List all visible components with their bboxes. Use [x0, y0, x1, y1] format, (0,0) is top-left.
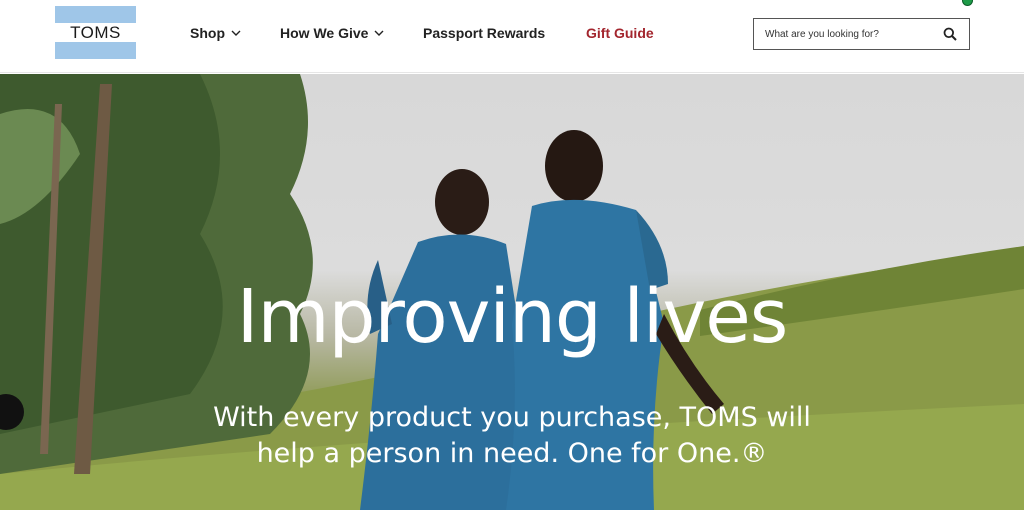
child-head — [545, 130, 603, 202]
chevron-down-icon — [374, 30, 384, 36]
hero-banner: Improving lives With every product you p… — [0, 74, 1024, 510]
cart-count-badge[interactable] — [962, 0, 973, 6]
nav-shop-label: Shop — [190, 25, 225, 41]
nav-passport-rewards[interactable]: Passport Rewards — [423, 23, 545, 43]
search-icon[interactable] — [943, 27, 957, 41]
toms-logo[interactable]: TOMS — [55, 6, 136, 59]
site-header: TOMS Shop How We Give Passport Rewards G… — [0, 0, 1024, 73]
child-head — [435, 169, 489, 235]
nav-gift-guide-label: Gift Guide — [586, 25, 654, 41]
nav-gift-guide[interactable]: Gift Guide — [586, 23, 654, 43]
nav-shop[interactable]: Shop — [190, 23, 241, 43]
hero-subline-2: help a person in need. One for One.® — [256, 438, 768, 469]
hero-subheadline: With every product you purchase, TOMS wi… — [212, 400, 812, 472]
nav-how-we-give-label: How We Give — [280, 25, 369, 41]
nav-how-we-give[interactable]: How We Give — [280, 23, 384, 43]
search-box — [753, 18, 970, 50]
logo-band: TOMS — [55, 23, 136, 42]
logo-text: TOMS — [70, 22, 121, 42]
search-input[interactable] — [754, 19, 943, 49]
hero-headline: Improving lives — [236, 274, 789, 360]
hero-subline-1: With every product you purchase, TOMS wi… — [213, 402, 811, 433]
chevron-down-icon — [231, 30, 241, 36]
nav-passport-rewards-label: Passport Rewards — [423, 25, 546, 41]
